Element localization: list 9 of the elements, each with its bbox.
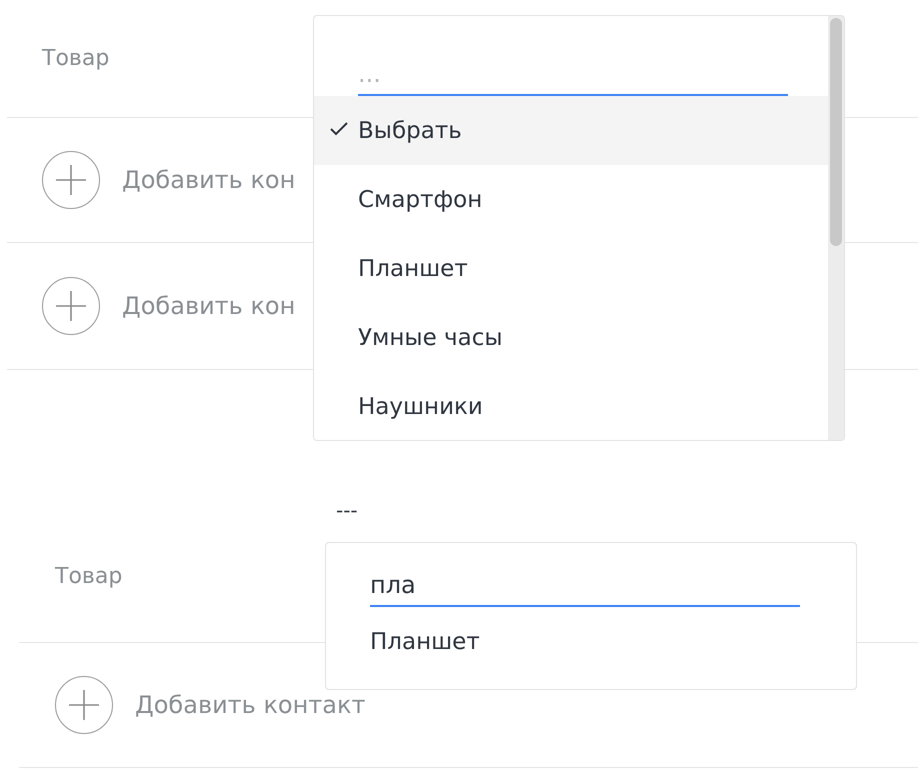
scrollbar[interactable] (828, 16, 844, 440)
select-value: --- (336, 498, 358, 522)
dropdown-option[interactable]: Выбрать (314, 96, 828, 165)
field-label: Товар (42, 46, 110, 71)
check-icon (330, 122, 348, 136)
plus-icon (67, 688, 101, 722)
plus-icon (54, 163, 88, 197)
plus-icon (54, 289, 88, 323)
field-label: Товар (55, 564, 122, 589)
